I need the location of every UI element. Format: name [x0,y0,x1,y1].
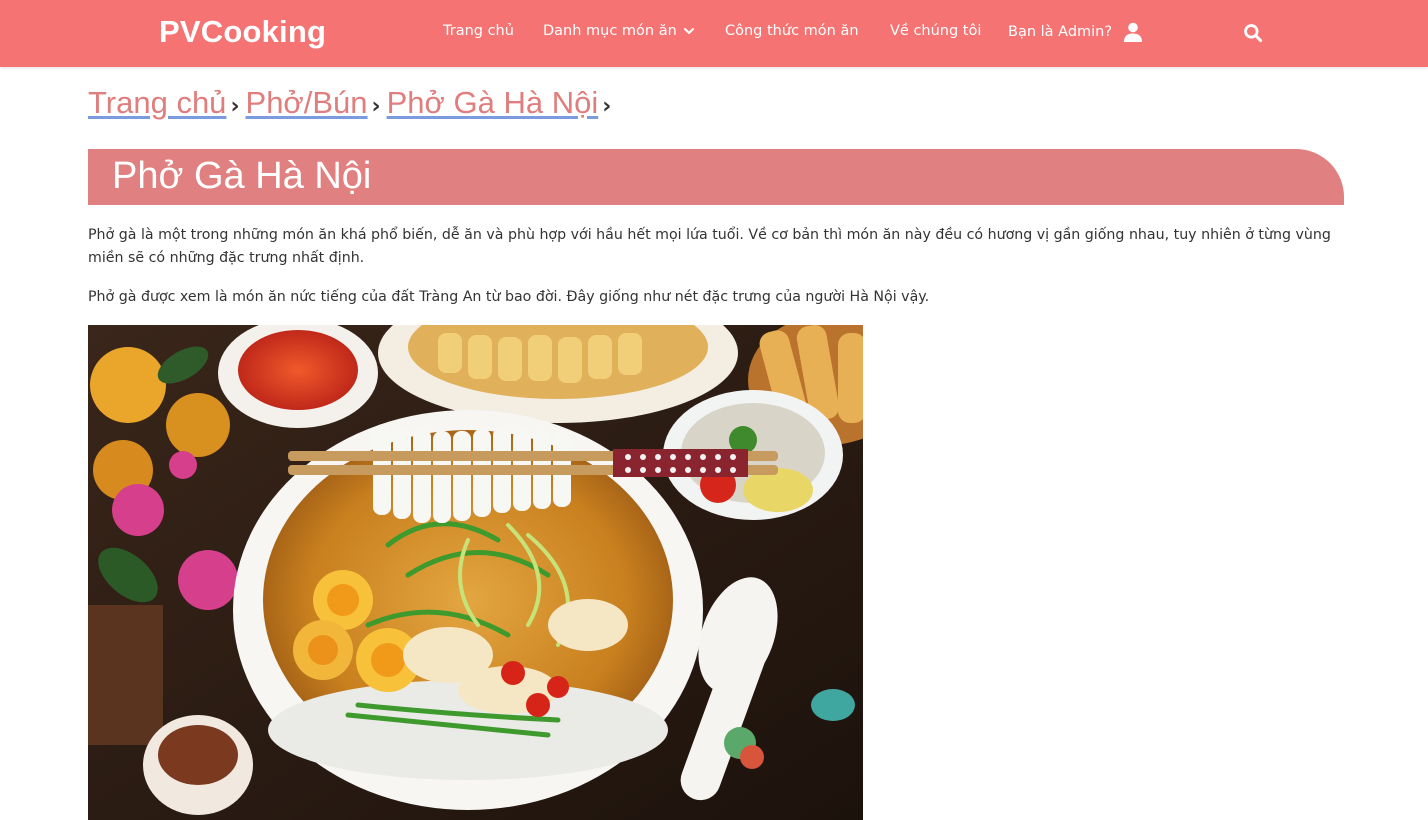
top-navbar: PVCooking Trang chủ Danh mục món ăn Công… [0,0,1428,67]
dish-photo [88,325,863,820]
breadcrumb-current[interactable]: Phở Gà Hà Nội [387,85,599,121]
breadcrumb-separator: › [602,94,612,119]
nav-categories-label: Danh mục món ăn [543,23,677,39]
article-title-bar: Phở Gà Hà Nội [88,149,1344,205]
nav-admin[interactable]: Bạn là Admin? [1008,21,1144,43]
nav-home-label: Trang chủ [443,23,514,39]
brand-logo[interactable]: PVCooking [159,14,326,50]
user-icon [1124,22,1143,42]
breadcrumb-category[interactable]: Phở/Bún [246,85,368,121]
chevron-down-icon [683,28,694,34]
nav-admin-label: Bạn là Admin? [1008,24,1113,40]
nav-home[interactable]: Trang chủ [443,23,514,39]
breadcrumb-home[interactable]: Trang chủ [88,85,226,121]
nav-recipes-label: Công thức món ăn [725,23,859,39]
breadcrumb-separator: › [230,94,240,119]
article-paragraph: Phở gà là một trong những món ăn khá phổ… [88,227,1331,266]
search-button[interactable] [1240,20,1266,46]
breadcrumb-separator: › [371,94,381,119]
search-icon [1244,24,1263,43]
nav-recipes[interactable]: Công thức món ăn [725,23,859,39]
nav-categories-dropdown[interactable]: Danh mục món ăn [543,23,695,39]
nav-about-label: Về chúng tôi [890,23,982,39]
breadcrumb: Trang chủ › Phở/Bún › Phở Gà Hà Nội › [88,85,617,121]
page-title: Phở Gà Hà Nội [112,155,372,197]
nav-about[interactable]: Về chúng tôi [890,23,981,39]
article-paragraph: Phở gà được xem là món ăn nức tiếng của … [88,289,930,305]
